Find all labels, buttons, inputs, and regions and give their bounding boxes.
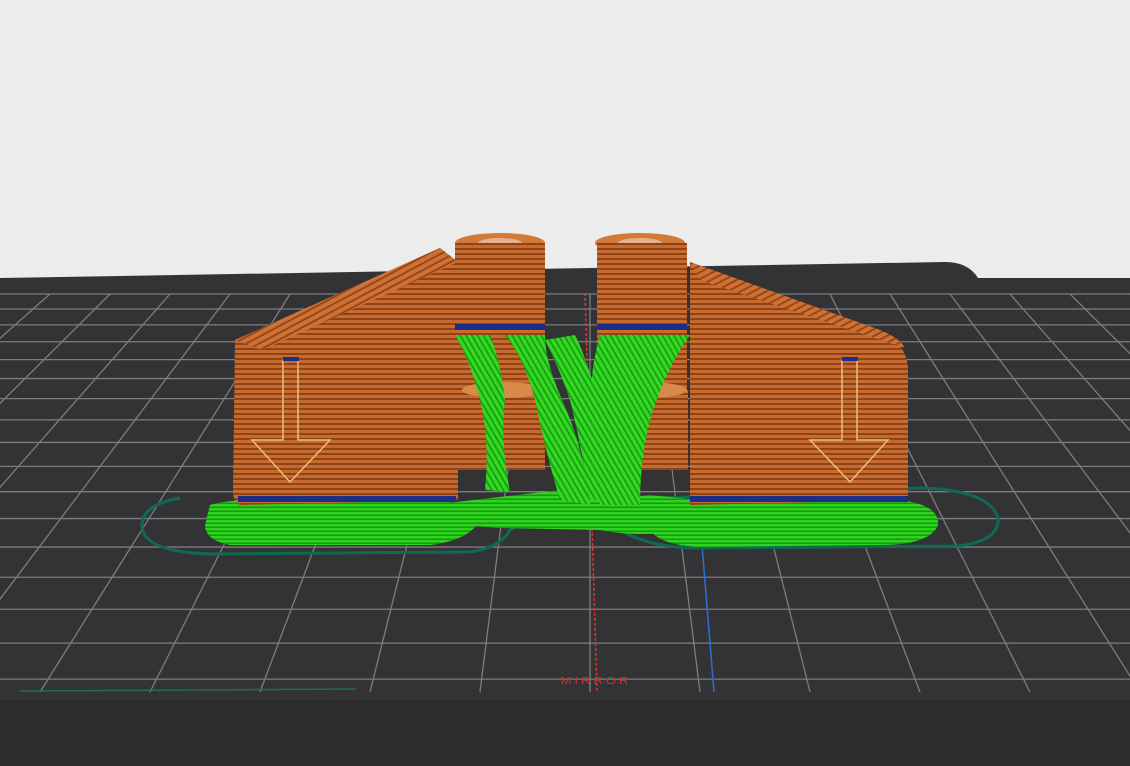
layer-marker: [842, 357, 858, 361]
layer-marker: [283, 357, 299, 361]
layer-seam: [690, 496, 908, 502]
layer-seam: [238, 496, 456, 502]
bed-front-edge: [0, 700, 1130, 766]
bed-label: MIRROR: [561, 676, 632, 686]
scene-canvas[interactable]: MIRROR: [0, 0, 1130, 766]
3d-preview-viewport[interactable]: MIRROR: [0, 0, 1130, 766]
layer-seam: [597, 324, 687, 330]
layer-seam: [455, 324, 545, 330]
